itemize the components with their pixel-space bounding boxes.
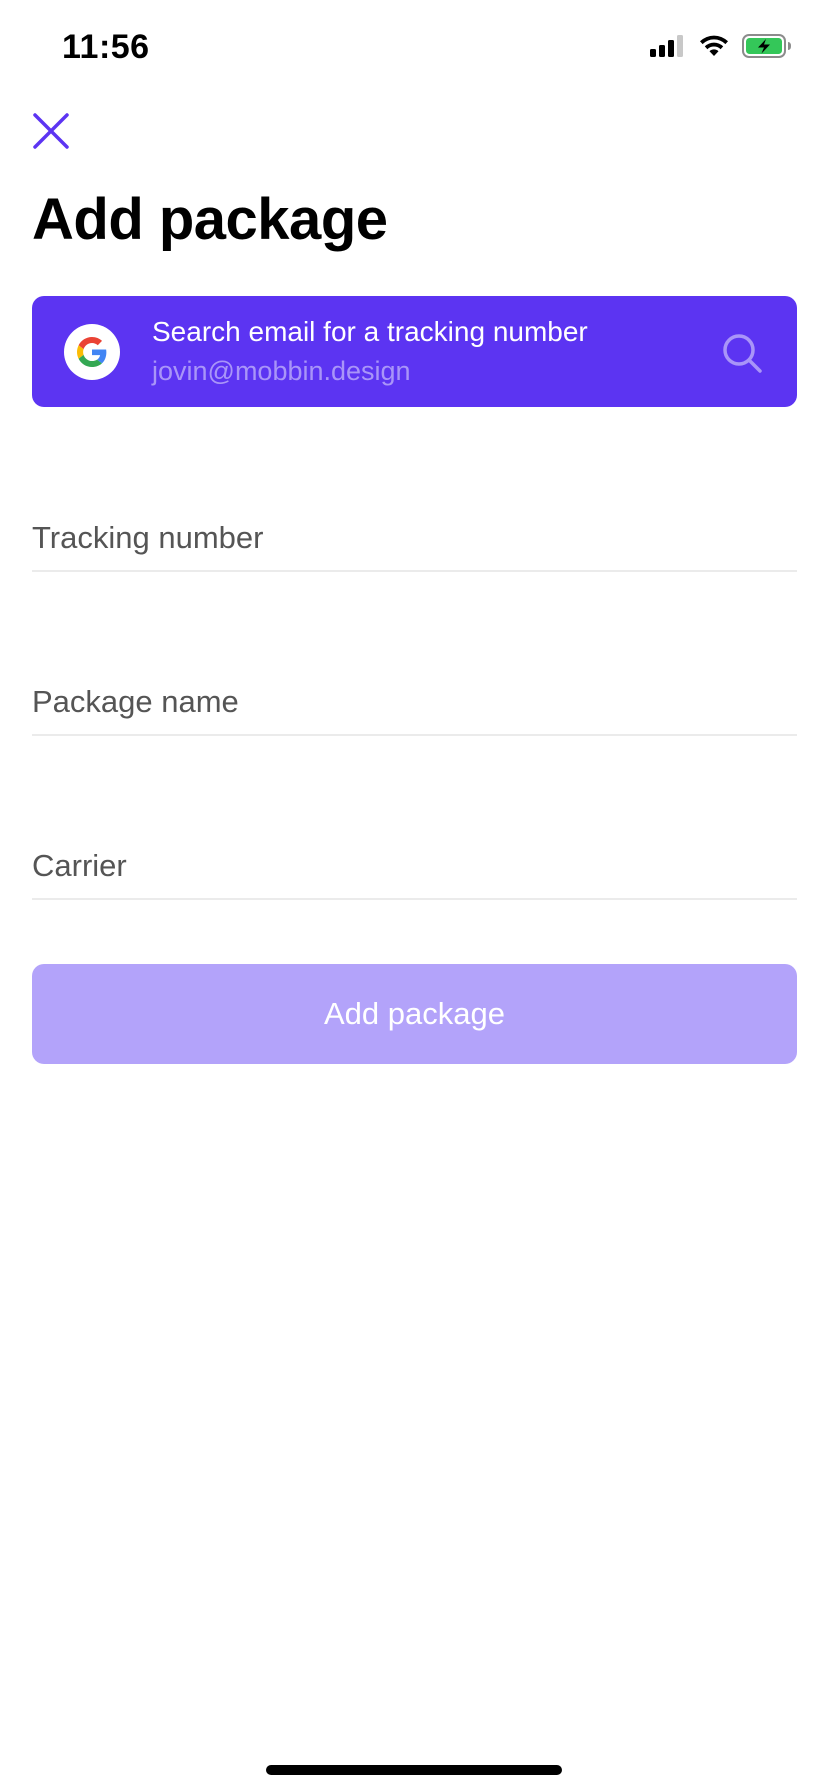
home-indicator: [266, 1765, 562, 1775]
carrier-field: [32, 818, 797, 900]
search-email-title: Search email for a tracking number: [152, 316, 588, 347]
battery-charging-icon: [742, 34, 791, 58]
cellular-signal-icon: [650, 35, 683, 57]
status-time: 11:56: [62, 28, 150, 66]
carrier-input[interactable]: [32, 848, 797, 884]
status-bar: 11:56: [0, 0, 828, 100]
package-name-input[interactable]: [32, 684, 797, 720]
tracking-number-input[interactable]: [32, 520, 797, 556]
google-icon: [77, 337, 107, 367]
account-email: jovin@mobbin.design: [152, 356, 411, 386]
package-name-field: [32, 654, 797, 736]
google-logo: [64, 324, 120, 380]
status-icons: [650, 34, 792, 58]
close-button[interactable]: [26, 106, 76, 156]
tracking-number-field: [32, 490, 797, 572]
search-email-card[interactable]: Search email for a tracking number jovin…: [32, 296, 797, 407]
wifi-icon: [700, 35, 728, 56]
add-package-button[interactable]: Add package: [32, 964, 797, 1064]
search-icon: [723, 334, 762, 373]
close-icon: [33, 113, 69, 149]
page-title: Add package: [32, 187, 388, 252]
